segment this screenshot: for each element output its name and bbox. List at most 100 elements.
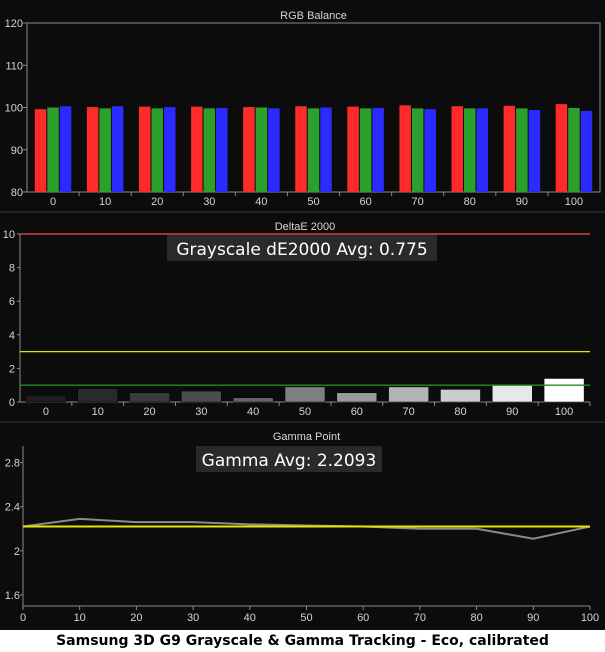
rgb-bar [580,110,593,192]
deltae-bar [543,378,585,403]
deltae-x-tick-label: 90 [506,406,518,418]
deltae-bar [181,390,222,403]
deltae-y-tick-label: 10 [3,229,15,241]
rgb-bar [347,106,359,192]
rgb-bar [243,107,255,192]
gamma-x-tick-label: 20 [130,612,142,624]
deltae-x-tick-label: 70 [403,406,415,418]
rgb-bar [464,108,476,192]
rgb-bar [295,106,307,192]
rgb-bar [111,106,124,192]
rgb-bar [528,110,541,192]
rgb-bar [476,108,489,192]
deltae-y-tick-label: 4 [9,330,15,342]
deltae-x-tick-label: 30 [195,406,207,418]
deltae-y-tick-label: 2 [9,363,15,375]
rgb-bar [34,109,47,192]
deltae-bar [440,389,481,403]
gamma-x-tick-label: 90 [527,612,539,624]
gamma-x-tick-label: 40 [244,612,256,624]
rgb-y-tick-label: 90 [11,145,23,157]
gamma-y-tick-label: 2.4 [5,502,20,514]
deltae-bar [129,392,170,403]
deltae-bar [77,388,118,403]
deltae-y-tick-label: 0 [9,397,15,409]
rgb-bar [268,108,280,192]
rgb-bar [424,109,436,192]
deltae-bar [492,384,533,403]
deltae-x-tick-label: 10 [92,406,104,418]
deltae-x-tick-label: 100 [555,406,573,418]
rgb-x-tick-label: 20 [151,196,163,208]
deltae-x-tick-label: 0 [43,406,49,418]
rgb-bar [399,105,411,192]
rgb-bar [59,106,72,192]
gamma-y-tick-label: 2.8 [5,458,20,470]
deltae-title: DeltaE 2000 [275,221,336,233]
rgb-bar [151,108,163,192]
deltae-x-tick-label: 40 [247,406,259,418]
rgb-balance-title: RGB Balance [280,10,347,22]
rgb-x-tick-label: 60 [359,196,371,208]
deltae-x-tick-label: 20 [143,406,155,418]
deltae-bar [232,397,274,403]
gamma-measured-line [22,517,591,540]
rgb-y-tick-label: 100 [5,103,23,115]
rgb-x-tick-label: 100 [565,196,583,208]
charts-svg: RGB Balance80901001101200 10 20 30 40 50 60 70 8… [0,10,605,624]
figure-caption: Samsung 3D G9 Grayscale & Gamma Tracking… [0,630,605,652]
rgb-x-tick-label: 30 [203,196,215,208]
gamma-title: Gamma Point [273,431,340,443]
gamma-x-tick-label: 80 [470,612,482,624]
rgb-x-tick-label: 50 [307,196,319,208]
rgb-bar [138,106,151,192]
rgb-x-tick-label: 40 [255,196,267,208]
rgb-bar [99,108,111,192]
rgb-bar [216,107,228,192]
rgb-bar [163,107,176,192]
rgb-x-tick-label: 0 [50,196,56,208]
deltae-bar [284,386,326,403]
rgb-bar [86,107,99,192]
gamma-annotation: Gamma Avg: 2.2093 [202,451,377,471]
gamma-x-tick-label: 0 [20,612,26,624]
deltae-y-tick-label: 8 [9,263,15,275]
gamma-x-tick-label: 30 [187,612,199,624]
rgb-bar [451,106,464,192]
rgb-bar [411,108,424,192]
gamma-x-tick-label: 100 [581,612,599,624]
rgb-bar [516,108,528,192]
gamma-x-tick-label: 70 [414,612,426,624]
gamma-y-tick-label: 1.6 [5,590,20,602]
rgb-bar [47,107,59,192]
gamma-x-tick-label: 50 [300,612,312,624]
deltae-x-tick-label: 80 [454,406,466,418]
deltae-bar [336,392,378,403]
rgb-bar [555,104,568,192]
rgb-x-tick-label: 80 [464,196,476,208]
gamma-y-tick-label: 2 [14,546,20,558]
rgb-bar [203,108,216,192]
rgb-bar [307,108,320,192]
gamma-x-tick-label: 60 [357,612,369,624]
rgb-bar [372,107,384,192]
deltae-bar [388,386,429,403]
deltae-x-tick-label: 50 [299,406,311,418]
rgb-bar [568,107,580,192]
rgb-bar [191,106,203,192]
rgb-y-tick-label: 110 [5,60,23,72]
rgb-bar [503,105,516,192]
rgb-x-tick-label: 10 [99,196,111,208]
deltae-bar [25,395,67,403]
rgb-y-tick-label: 80 [11,187,23,199]
deltae-x-tick-label: 60 [351,406,363,418]
rgb-bar [255,107,268,192]
rgb-bar [359,108,372,192]
deltae-y-tick-label: 6 [9,296,15,308]
rgb-bar [320,107,332,192]
rgb-x-tick-label: 70 [412,196,424,208]
rgb-y-tick-label: 120 [5,18,23,30]
rgb-x-tick-label: 90 [516,196,528,208]
calibration-charts: RGB Balance 80 90 100 110 120 0 10 20 30 40 50 60 70 8… [0,0,605,630]
deltae-annotation: Grayscale dE2000 Avg: 0.775 [176,240,427,260]
